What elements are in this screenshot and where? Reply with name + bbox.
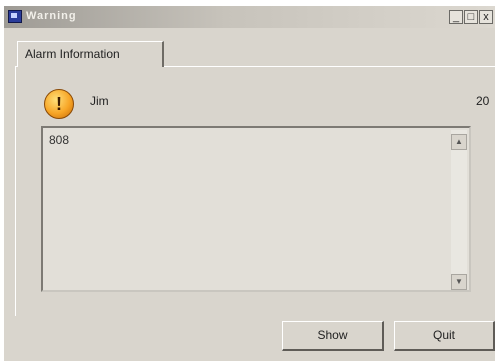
title-bar[interactable]: Warning _ □ x xyxy=(4,6,495,28)
alarm-user-name: Jim xyxy=(90,94,109,108)
app-icon xyxy=(8,10,22,23)
vertical-scrollbar[interactable]: ▲ ▼ xyxy=(451,130,467,290)
quit-button[interactable]: Quit xyxy=(394,321,495,351)
close-button[interactable]: x xyxy=(479,10,493,24)
tab-alarm-information[interactable]: Alarm Information xyxy=(17,41,164,67)
scroll-up-button[interactable]: ▲ xyxy=(451,134,467,150)
warning-shield-icon: ! xyxy=(44,89,74,119)
alarm-count: 20 xyxy=(476,94,490,108)
alarm-message-text: 808 xyxy=(49,133,70,147)
show-button[interactable]: Show xyxy=(282,321,384,351)
minimize-button[interactable]: _ xyxy=(449,10,463,24)
window-title: Warning xyxy=(26,10,77,22)
scroll-down-button[interactable]: ▼ xyxy=(451,274,467,290)
alarm-message-box[interactable]: 808 ▲ ▼ xyxy=(41,126,471,292)
maximize-button[interactable]: □ xyxy=(464,10,478,24)
